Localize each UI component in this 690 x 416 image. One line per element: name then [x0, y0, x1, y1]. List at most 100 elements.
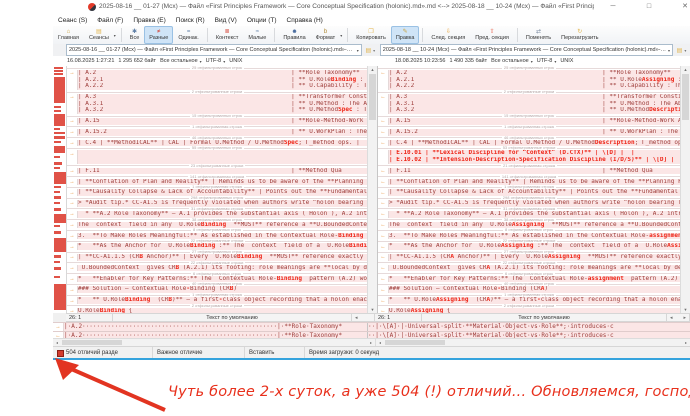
copy-to-left-arrow-icon[interactable]: ← — [380, 298, 386, 304]
copy-to-right-arrow-icon[interactable]: → — [69, 276, 75, 282]
copy-to-right-arrow-icon[interactable]: → — [69, 233, 75, 239]
chevron-down-icon[interactable]: ▾ — [355, 48, 359, 53]
copy-to-right-arrow-icon[interactable]: → — [69, 222, 75, 228]
copy-to-right-arrow-icon[interactable]: → — [69, 190, 75, 196]
toolbar-button-поменять[interactable]: ⇄Поменять — [521, 26, 556, 44]
diff-row[interactable]: | E.10.01 | **Lexical Discipline for “Co… — [378, 150, 680, 157]
lineview-row[interactable]: →|·A.2··································… — [53, 322, 690, 331]
toolbar-button-след-секция[interactable]: ⇩След. секция — [426, 26, 470, 44]
left-file-filter-dropdown[interactable]: Все остальное — [160, 58, 198, 64]
copy-to-right-arrow-icon[interactable]: → — [69, 298, 75, 304]
copy-to-right-arrow-icon[interactable]: → — [69, 244, 75, 250]
left-scroll-arrows[interactable]: ◂ — [352, 313, 375, 322]
copy-to-left-arrow-icon[interactable]: ← — [380, 168, 386, 174]
menu-item-поиск-r[interactable]: Поиск (R) — [171, 17, 210, 24]
toolbar-button-правка[interactable]: ✎Правка — [391, 26, 420, 44]
copy-to-left-arrow-icon[interactable]: ← — [380, 222, 386, 228]
copy-to-left-arrow-icon[interactable]: ← — [380, 211, 386, 217]
copy-to-right-arrow-icon[interactable]: → — [69, 265, 75, 271]
diff-overview-strip[interactable] — [53, 66, 67, 313]
toolbar-button-перезагрузить[interactable]: ↻Перезагрузить — [556, 26, 603, 44]
right-vertical-scrollbar[interactable]: ▲ ▼ — [680, 66, 690, 313]
copy-to-left-arrow-icon[interactable]: ← — [380, 233, 386, 239]
toolbar-button-пред-секция[interactable]: ⇧Пред. секция — [470, 26, 514, 44]
copy-to-left-arrow-icon[interactable]: ← — [380, 287, 386, 293]
copy-to-left-arrow-icon[interactable]: ← — [380, 179, 386, 185]
right-syntax-dropdown[interactable]: Текст по умолчанию — [422, 313, 667, 322]
close-button[interactable]: ✕ — [670, 0, 690, 14]
menu-item-опции-t[interactable]: Опции (T) — [242, 17, 282, 24]
toolbar-button-правила[interactable]: ☻Правила — [278, 26, 310, 44]
right-file-encoding-dropdown[interactable]: UTF-8 — [537, 58, 553, 64]
chevron-down-icon[interactable]: ▾ — [666, 48, 670, 53]
menu-item-вид-v[interactable]: Вид (V) — [210, 17, 242, 24]
toolbar-button-одинак[interactable]: =Одинак. — [173, 26, 203, 44]
copy-to-right-arrow-icon[interactable]: → — [69, 254, 75, 260]
scroll-left-icon[interactable]: ◂ — [355, 315, 358, 321]
scroll-up-icon[interactable]: ▲ — [368, 66, 377, 73]
menu-item-сеанс-s[interactable]: Сеанс (S) — [53, 17, 92, 24]
toolbar-button-разные[interactable]: ≠Разные — [144, 26, 173, 44]
toolbar-button-формат[interactable]: bФормат▾ — [311, 26, 345, 44]
left-compare-pane[interactable]: 25 отфильтрованных строк→| A.2 | **Role … — [67, 66, 367, 313]
minimize-button[interactable]: ─ — [598, 0, 628, 14]
menu-item-файл-f[interactable]: Файл (F) — [92, 17, 128, 24]
menu-item-правка-e[interactable]: Правка (E) — [128, 17, 170, 24]
maximize-button[interactable]: □ — [634, 0, 664, 14]
left-file-path-combo[interactable]: 2025-08-16 __ 01-27 (Мсх) — Файл «First … — [66, 44, 362, 56]
copy-to-left-arrow-icon[interactable]: ← — [380, 190, 386, 196]
copy-to-right-arrow-icon[interactable]: → — [69, 140, 75, 146]
left-file-encoding-dropdown[interactable]: UTF-8 — [206, 58, 222, 64]
diff-row[interactable]: ←| A.2 | **Role Taxonomy** — [378, 70, 680, 77]
right-file-filter-dropdown[interactable]: Все остальное — [491, 58, 529, 64]
scroll-down-icon[interactable]: ▼ — [368, 306, 377, 313]
right-file-path-combo[interactable]: 2025-08-18 __ 10-24 (Мсх) — Файл «First … — [380, 44, 673, 56]
toolbar-button-сеансы[interactable]: ▤Сеансы▾ — [84, 26, 118, 44]
copy-to-right-arrow-icon[interactable]: → — [69, 168, 75, 174]
copy-to-left-arrow-icon[interactable]: ← — [380, 265, 386, 271]
right-browse-button[interactable]: ▤ ▾ — [674, 45, 689, 55]
copy-to-right-arrow-icon[interactable]: → — [69, 200, 75, 206]
scrollbar-thumb[interactable] — [682, 74, 689, 120]
toolbar-button-копировать[interactable]: ❐Копировать — [351, 26, 391, 44]
copy-to-right-arrow-icon[interactable]: → — [69, 211, 75, 217]
diff-row[interactable]: →| A.3 | **Transformer Constitut — [67, 94, 367, 101]
menu-item-справка-h[interactable]: Справка (H) — [282, 17, 328, 24]
copy-to-right-arrow-icon[interactable]: → — [69, 179, 75, 185]
scrollbar-thumb[interactable] — [369, 74, 376, 120]
diff-row[interactable]: | A.2.1 | **`U.RoleAssigning`: Th — [378, 77, 680, 84]
scroll-right-icon[interactable]: ▸ — [683, 315, 686, 321]
scroll-up-icon[interactable]: ▲ — [681, 66, 690, 73]
copy-to-left-arrow-icon[interactable]: ← — [380, 118, 386, 124]
left-syntax-dropdown[interactable]: Текст по умолчанию — [113, 313, 352, 322]
copy-to-left-arrow-icon[interactable]: ← — [380, 276, 386, 282]
scroll-down-icon[interactable]: ▼ — [681, 306, 690, 313]
scrollbar-thumb[interactable] — [385, 340, 445, 345]
scrollbar-thumb[interactable] — [62, 340, 122, 345]
copy-to-left-arrow-icon[interactable]: ← — [380, 94, 386, 100]
copy-to-right-arrow-icon[interactable]: → — [69, 129, 75, 135]
scroll-left-icon[interactable]: ◂ — [670, 315, 673, 321]
diff-row[interactable]: → — [67, 150, 367, 157]
left-vertical-scrollbar[interactable]: ▲ ▼ — [367, 66, 377, 313]
toolbar-button-главная[interactable]: ⌂Главная — [53, 26, 84, 44]
diff-row[interactable]: | A.3.1 | **`U.Method`: The Abstr — [67, 101, 367, 108]
copy-to-right-arrow-icon[interactable]: → — [69, 94, 75, 100]
copy-to-right-arrow-icon[interactable]: → — [69, 118, 75, 124]
copy-to-right-arrow-icon[interactable]: → — [69, 151, 75, 157]
diff-row[interactable]: →| A.2 | **Role Taxonomy** — [67, 70, 367, 77]
copy-to-left-arrow-icon[interactable]: ← — [380, 244, 386, 250]
toolbar-button-малые[interactable]: ≈Малые — [243, 26, 271, 44]
right-compare-pane[interactable]: 25 отфильтрованных строк←| A.2 | **Role … — [377, 66, 680, 313]
left-browse-button[interactable]: ▤ ▾ — [363, 45, 378, 55]
copy-to-left-arrow-icon[interactable]: ← — [380, 140, 386, 146]
copy-to-left-arrow-icon[interactable]: ← — [380, 70, 386, 76]
right-scroll-arrows[interactable]: ◂ ▸ — [667, 313, 690, 322]
copy-to-right-arrow-icon[interactable]: → — [69, 287, 75, 293]
copy-to-right-arrow-icon[interactable]: → — [69, 70, 75, 76]
toolbar-button-контекст[interactable]: ≣Контекст — [211, 26, 244, 44]
diff-row[interactable]: | A.3.1 | **`U.Method`: The Abstr — [378, 101, 680, 108]
diff-row[interactable]: | A.2.1 | **`U.RoleBinding`: The — [67, 77, 367, 84]
copy-to-left-arrow-icon[interactable]: ← — [380, 200, 386, 206]
diff-row[interactable]: ←| A.3 | **Transformer Constitut — [378, 94, 680, 101]
